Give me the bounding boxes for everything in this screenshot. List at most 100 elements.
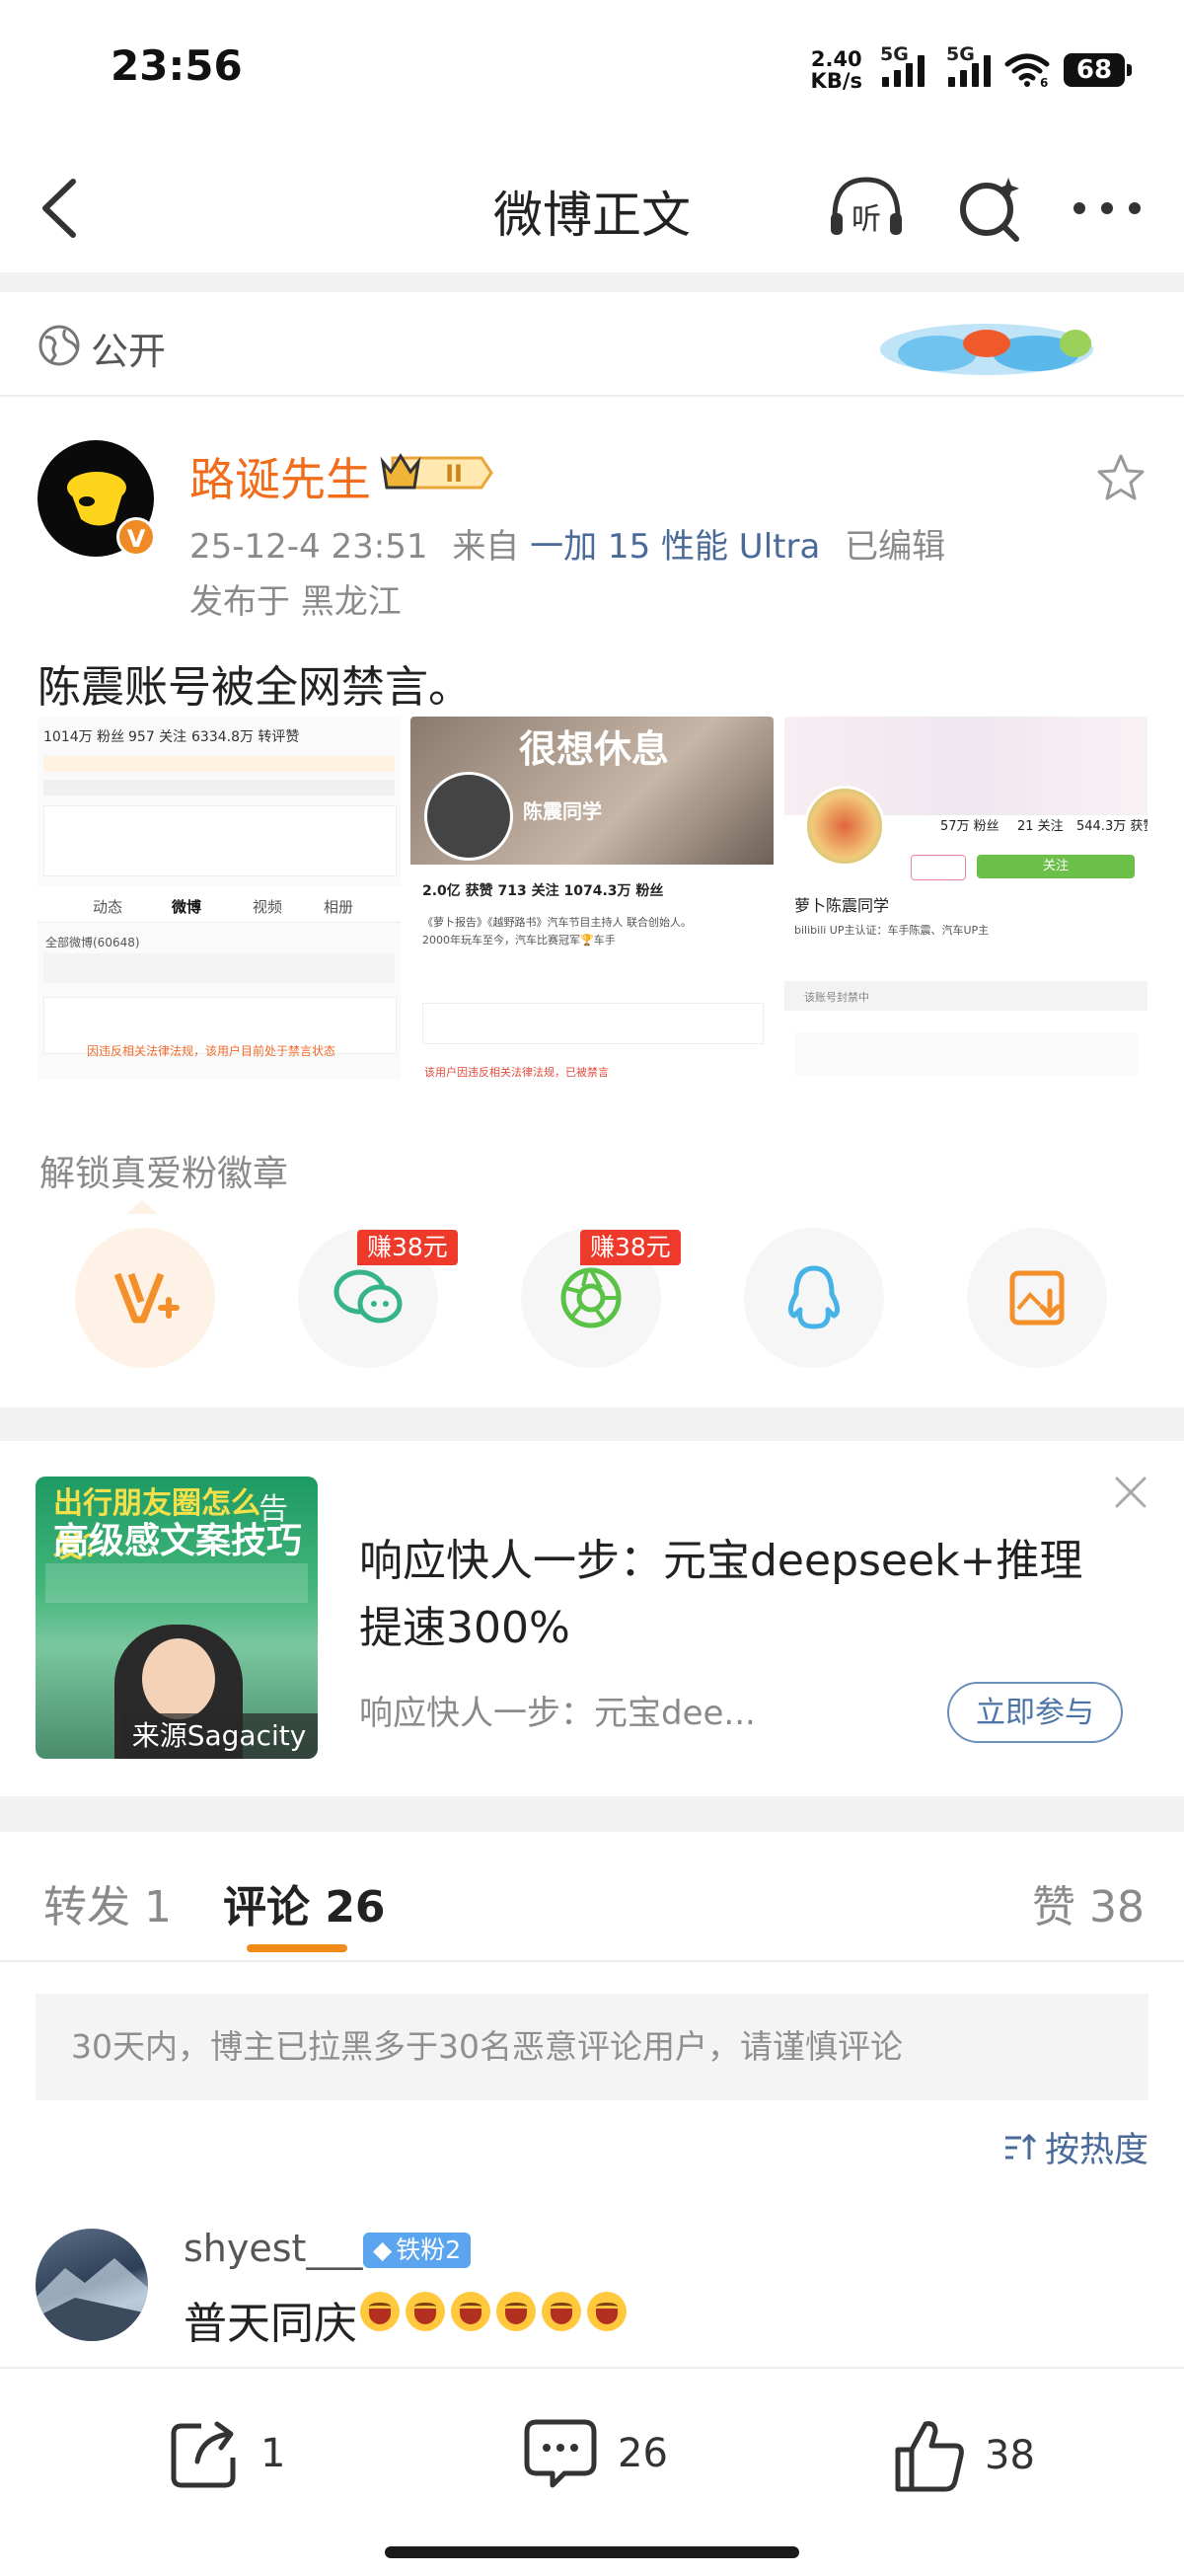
wifi-icon: 6 (1004, 53, 1050, 88)
save-image-icon (1009, 1270, 1065, 1326)
img3-stat-likes: 544.3万 获赞 (1076, 819, 1147, 834)
member-crown-badge-icon[interactable]: II (379, 448, 495, 497)
laugh-emoji-icon (542, 2292, 581, 2331)
sort-icon (1004, 2133, 1037, 2159)
img2-ban-notice: 该用户因违反相关法律法规，已被禁言 (424, 1066, 609, 1079)
comment-count: 26 (618, 2431, 668, 2476)
laugh-emoji-icon (587, 2292, 627, 2331)
sort-by-hot-button[interactable]: 按热度 (1003, 2122, 1148, 2172)
post-image-3[interactable]: 57万 粉丝 21 关注 544.3万 获赞 关注 萝卜陈震同学 bilibil… (784, 717, 1147, 1080)
edited-label[interactable]: 已编辑 (845, 527, 945, 567)
img3-section: 该账号封禁中 (804, 991, 869, 1004)
img1-tab-video: 视频 (253, 898, 283, 916)
like-button[interactable]: 38 (892, 2416, 1035, 2495)
ad-description: 响应快人一步：元宝dee... (359, 1694, 756, 1733)
unlock-badge-title: 解锁真爱粉徽章 (39, 1154, 289, 1194)
post-text: 陈震账号被全网禁言。 (37, 662, 472, 713)
laugh-emoji-icon (451, 2292, 490, 2331)
share-qq-button[interactable] (744, 1228, 884, 1368)
img1-stat-likes: 6334.8万 转评赞 (191, 729, 300, 745)
repost-share-icon (171, 2421, 236, 2488)
img3-stat-follow: 21 关注 (1017, 819, 1064, 834)
thumbs-up-icon (895, 2421, 964, 2492)
img1-ban-notice: 因违反相关法律法规，该用户目前处于禁言状态 (87, 1044, 336, 1058)
tab-divider (0, 1960, 1184, 1962)
save-image-button[interactable] (967, 1228, 1107, 1368)
share-vip-button[interactable] (75, 1228, 215, 1368)
ad-source: 来源Sagacity (120, 1713, 318, 1759)
comment-bubble-icon (524, 2419, 597, 2488)
post-image-1[interactable]: 1014万 粉丝 957 关注 6334.8万 转评赞 动态 微博 视频 相册 … (37, 717, 401, 1080)
earn-tag-moments: 赚38元 (580, 1230, 681, 1265)
section-divider (0, 272, 1184, 292)
more-options-icon[interactable] (1068, 174, 1147, 243)
img1-all-weibo: 全部微博(60648) (45, 936, 140, 949)
section-divider-2 (0, 1407, 1184, 1441)
laugh-emoji-icon (360, 2292, 400, 2331)
verified-badge: V (116, 517, 156, 557)
qq-penguin-icon (788, 1265, 840, 1329)
close-icon[interactable] (1111, 1473, 1150, 1512)
listen-headphones-icon[interactable]: 听 (827, 174, 906, 243)
home-indicator[interactable] (385, 2546, 799, 2558)
img2-bio-2: 2000年玩车至今，汽车比赛冠军🏆车手 (422, 934, 616, 947)
tab-comments[interactable]: 评论 26 (223, 1871, 386, 1934)
svg-text:II: II (445, 460, 463, 488)
moments-aperture-icon (560, 1267, 622, 1328)
repost-count: 1 (260, 2431, 286, 2476)
img1-tab-feed: 动态 (93, 898, 123, 916)
ad-cta-button[interactable]: 立即参与 (947, 1682, 1123, 1743)
commenter-avatar[interactable] (36, 2229, 148, 2341)
like-count: 38 (985, 2433, 1035, 2478)
repost-button[interactable]: 1 (168, 2416, 285, 2491)
img2-banner: 很想休息 (519, 727, 670, 771)
img2-stats: 2.0亿 获赞 713 关注 1074.3万 粉丝 (422, 883, 664, 899)
svg-text:6: 6 (1040, 76, 1048, 88)
status-indicators: 2.40 KB/s 5G 5G 6 68 (810, 43, 1132, 95)
img2-bio-1: 《萝卜报告》《越野路书》汽车节目主持人 联合创始人。 (422, 916, 692, 929)
tab-reposts[interactable]: 转发 1 (43, 1871, 172, 1934)
comment-notice: 30天内，博主已拉黑多于30名恶意评论用户，请谨慎评论 (36, 1994, 1148, 2100)
diamond-icon: ◆ (373, 2235, 393, 2264)
img1-stat-follow: 957 关注 (128, 729, 187, 745)
svg-text:听: 听 (851, 202, 881, 237)
post-device[interactable]: 一加 15 性能 Ultra (530, 527, 820, 567)
section-divider-3 (0, 1796, 1184, 1832)
signal-icon: 5G (880, 43, 925, 87)
status-time: 23:56 (111, 41, 243, 90)
from-prefix: 来自 (452, 527, 520, 567)
img3-stat-fans: 57万 粉丝 (940, 819, 999, 834)
laugh-emoji-icon (406, 2292, 445, 2331)
ad-image-tag: 告 (259, 1492, 288, 1527)
img1-stat-fans: 1014万 粉丝 (43, 729, 125, 745)
favorite-star-icon[interactable] (1095, 452, 1147, 503)
post-location: 发布于 黑龙江 (189, 582, 402, 622)
globe-icon (38, 325, 80, 366)
ad-title[interactable]: 响应快人一步：元宝deepseek+推理提速300% (359, 1528, 1109, 1662)
laugh-emoji-icon (496, 2292, 536, 2331)
sort-label: 按热度 (1044, 2131, 1148, 2170)
img1-tab-album: 相册 (324, 898, 354, 916)
signal-icon-2: 5G (946, 43, 991, 87)
img1-tab-weibo: 微博 (172, 898, 202, 916)
comment-emojis (360, 2292, 627, 2331)
commenter-name[interactable]: shyest___ (184, 2227, 362, 2270)
visibility-label: 公开 (91, 330, 167, 373)
earn-tag-wechat: 赚38元 (357, 1230, 458, 1265)
battery-icon: 68 (1064, 53, 1132, 87)
active-tab-indicator (247, 1944, 347, 1952)
fan-badge: ◆ 铁粉2 (363, 2233, 472, 2268)
wechat-icon (333, 1269, 403, 1324)
comment-text: 普天同庆 (184, 2299, 357, 2349)
vip-v-icon (113, 1272, 180, 1324)
comment-button[interactable]: 26 (521, 2416, 668, 2491)
post-image-2[interactable]: 很想休息 陈震同学 2.0亿 获赞 713 关注 1074.3万 粉丝 《萝卜报… (410, 717, 774, 1080)
author-name[interactable]: 路诞先生 (189, 444, 371, 509)
post-time: 25-12-4 23:51 (189, 527, 428, 567)
ai-search-icon[interactable] (955, 174, 1024, 243)
img3-name: 萝卜陈震同学 (794, 896, 890, 915)
tab-likes[interactable]: 赞 38 (1032, 1871, 1145, 1934)
img3-verify: bilibili UP主认证：车手陈震、汽车UP主 (794, 924, 990, 937)
img2-name: 陈震同学 (523, 799, 602, 823)
network-speed: 2.40 KB/s (810, 47, 862, 93)
